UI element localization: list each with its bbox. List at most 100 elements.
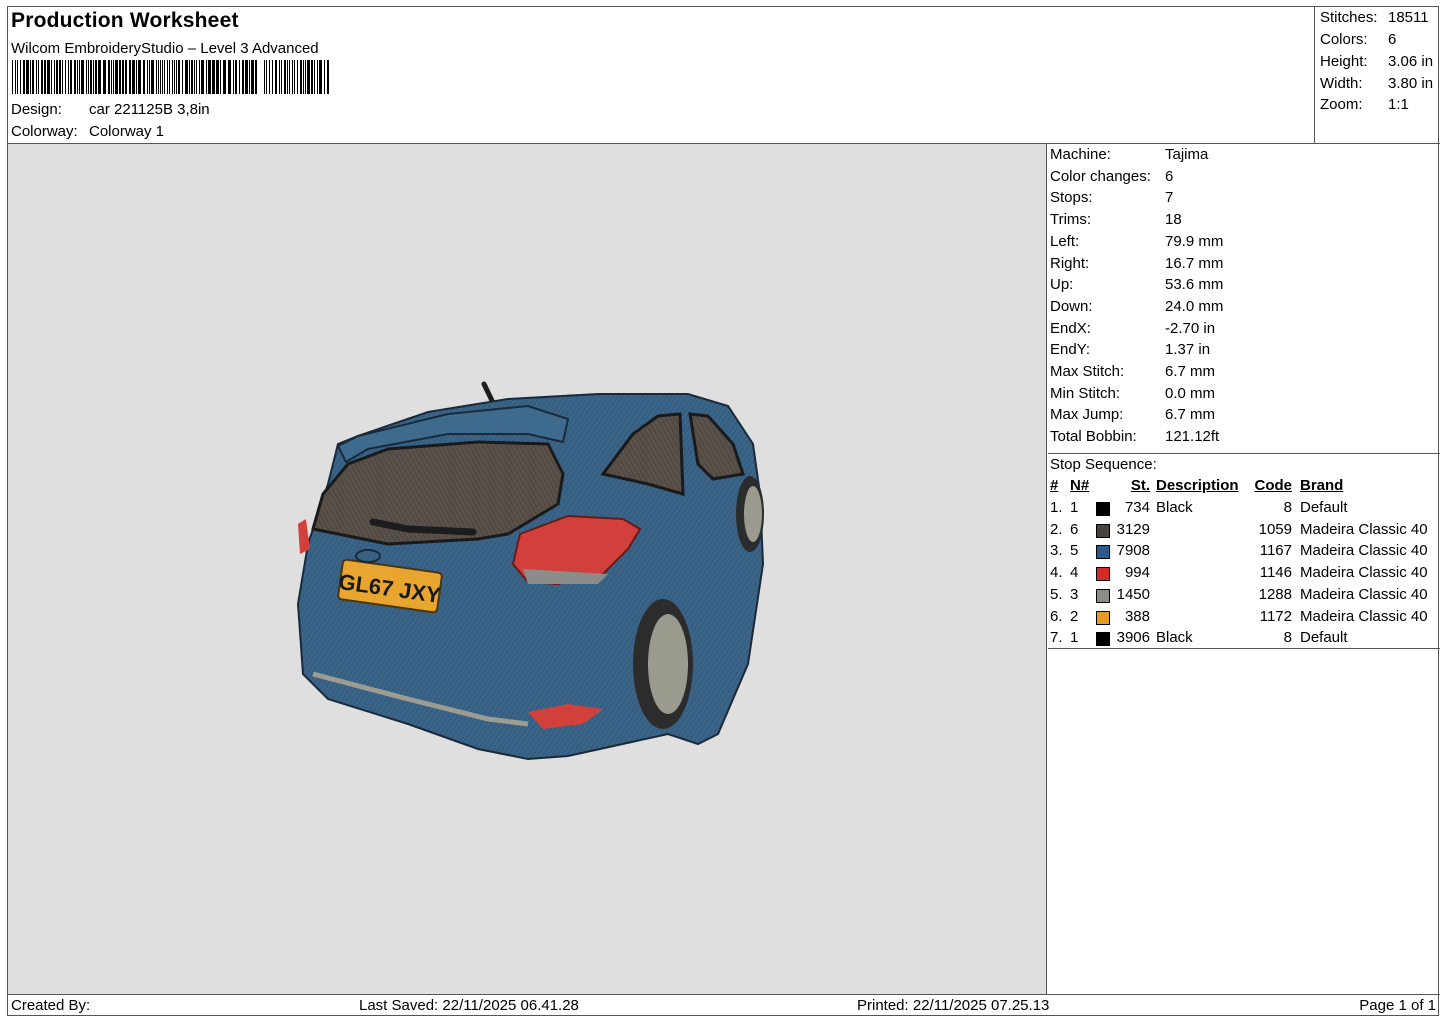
production-worksheet: Production Worksheet Wilcom EmbroiderySt… [7,6,1440,1017]
barcode-bar [51,60,52,94]
stop-sequence-row: 6. 2 388 1172 Madeira Classic 40 [1050,608,1438,628]
barcode-bar [303,60,304,94]
barcode-bar [65,60,66,94]
barcode-bar [178,60,180,94]
stat-zoom: Zoom: 1:1 [1320,96,1409,113]
seq-needle: 1 [1070,629,1079,647]
barcode-bar [162,60,163,94]
stop-sequence-row: 2. 6 3129 1059 Madeira Classic 40 [1050,521,1438,541]
machine-row: Stops: 7 [1050,189,1173,206]
rear-wheel-rim-shape [648,614,688,714]
color-swatch [1096,523,1110,538]
stat-value: 18511 [1388,9,1429,26]
barcode-bar [185,60,188,94]
barcode-bar [317,60,318,94]
barcode-bar [314,60,315,94]
seq-brand: Madeira Classic 40 [1300,585,1428,603]
barcode-bar [191,60,193,94]
seq-code: 1167 [1259,542,1292,560]
barcode-bar [125,60,127,94]
machine-value: 6.7 mm [1165,406,1216,424]
seq-idx: 7. [1050,629,1063,647]
barcode-bar [93,60,94,94]
machine-label: EndX: [1050,319,1091,337]
barcode-bar [220,60,221,94]
color-swatch [1096,502,1110,516]
barcode-bar [287,60,288,94]
stat-value: 3.06 in [1388,53,1434,70]
barcode-bar [70,60,72,94]
barcode-bar [245,60,248,94]
stat-value: 3.80 in [1388,75,1434,92]
machine-value: 6 [1165,167,1174,185]
barcode-bar [132,60,135,94]
barcode-bar [36,60,37,94]
seq-stitches: 3906 [1116,629,1150,647]
seq-brand: Default [1300,499,1348,516]
machine-value: 6.7 mm [1165,363,1216,380]
page-number: Page 1 of 1 [1359,997,1436,1014]
col-st-header: St. [1130,477,1150,494]
barcode-bar [108,60,110,94]
barcode-bar [158,60,159,94]
barcode-bar [122,60,124,94]
barcode-bar [151,60,154,94]
barcode-bar [38,60,39,94]
barcode-bar [281,60,282,94]
barcode-bar [182,60,183,94]
barcode-bar [44,60,46,94]
panel-divider [1048,453,1440,454]
seq-code: 1172 [1259,607,1292,625]
machine-row: EndY: 1.37 in [1050,341,1210,358]
barcode-bar [54,60,55,94]
seq-description: Black [1156,629,1193,647]
design-label: Design: [11,101,62,118]
barcode-bar [233,60,234,94]
barcode-bar [32,60,34,94]
seq-brand: Madeira Classic 40 [1300,520,1428,538]
barcode-bar [266,60,267,94]
car-embroidery-image: GL67 JXY [296,381,765,761]
col-n-header: N# [1070,477,1090,494]
stat-label: Stitches: [1320,9,1378,26]
seq-idx: 2. [1050,520,1063,538]
machine-row: Left: 79.9 mm [1050,233,1223,250]
machine-value: -2.70 in [1165,319,1216,337]
machine-label: Max Jump: [1050,406,1124,424]
stat-height: Height: 3.06 in [1320,53,1433,70]
machine-value: 0.0 mm [1165,384,1216,402]
barcode-bar [319,60,322,94]
barcode-bar [196,60,197,94]
barcode-bar [26,60,29,94]
col-desc-header: Description [1156,477,1239,494]
barcode-bar [160,60,161,94]
machine-row: Machine: Tajima [1050,146,1208,163]
barcode-bar [113,60,114,94]
seq-code: 1146 [1259,564,1292,582]
barcode-bar [307,60,310,94]
seq-idx: 6. [1050,607,1063,625]
barcode-bar [12,60,13,94]
barcode-bar [174,60,175,94]
barcode-bar [88,60,89,94]
seq-code: 1059 [1258,520,1292,538]
machine-label: Color changes: [1050,167,1151,185]
seq-needle: 3 [1070,585,1079,603]
machine-label: Up: [1050,276,1074,294]
design-row: Design: car 221125B 3,8in [11,101,210,118]
software-name: Wilcom EmbroideryStudio – Level 3 Advanc… [11,40,319,57]
barcode-bar [77,60,78,94]
barcode-bar [305,60,306,94]
barcode-bar [86,60,87,94]
barcode-bar [289,60,290,94]
barcode-bar [20,60,21,94]
machine-row: Max Jump: 6.7 mm [1050,406,1215,423]
seq-idx: 3. [1050,542,1063,560]
tail-light-left-shape [298,519,310,554]
worksheet-footer: Created By: Last Saved: 22/11/2025 06.41… [8,995,1440,1017]
machine-label: Stops: [1050,189,1093,207]
machine-label: Machine: [1050,146,1111,163]
barcode-bar [15,60,16,94]
machine-label: Right: [1050,254,1090,272]
barcode-bar [56,60,58,94]
